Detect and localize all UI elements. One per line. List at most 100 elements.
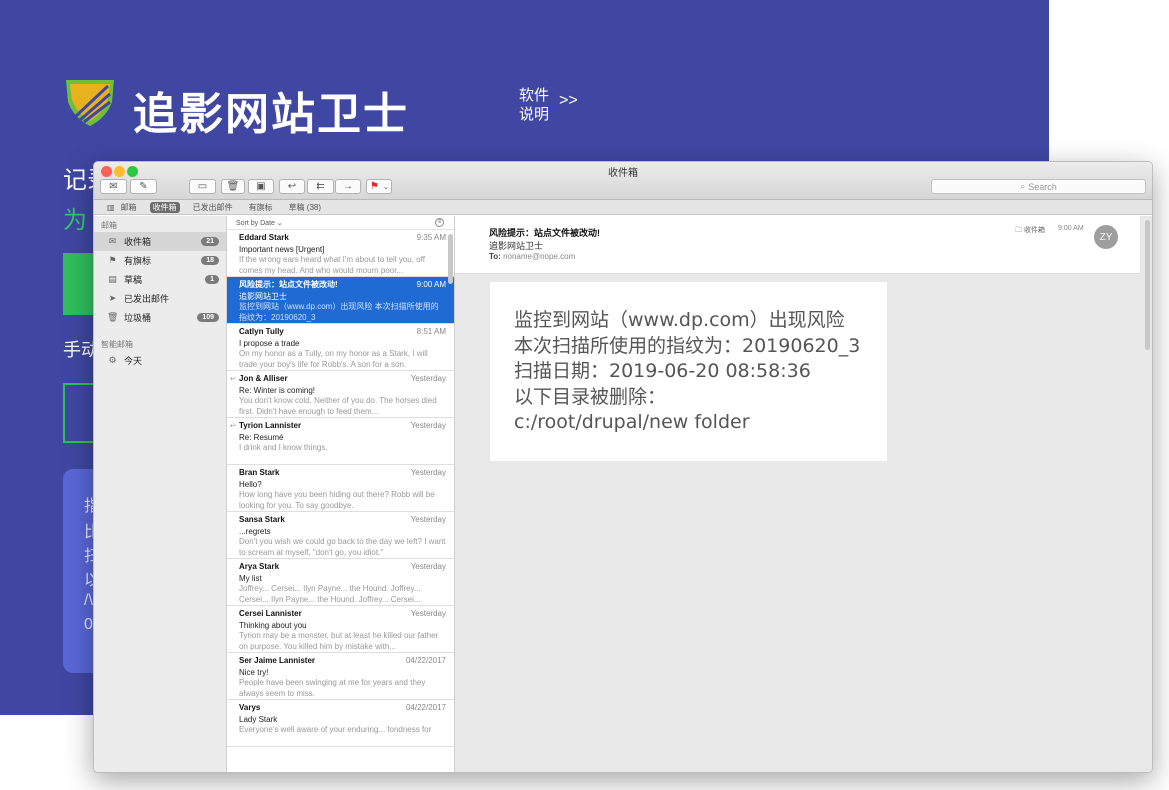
message-row[interactable]: Bran Stark Yesterday Hello? How long have y… bbox=[227, 465, 454, 512]
sidebar-item-2[interactable]: ▤ 草稿 1 bbox=[94, 270, 226, 289]
message-preview: Tyrion may be a monster, but at least he… bbox=[239, 631, 439, 651]
hero-title: 追影网站卫士 bbox=[133, 89, 409, 140]
favorites-bar: ▥ 邮箱 收件箱 已发出邮件 有旗标 草稿 (38) bbox=[94, 200, 1152, 215]
message-subject: Important news [Urgent] bbox=[239, 245, 325, 254]
fav-sent[interactable]: 已发出邮件 bbox=[190, 202, 236, 213]
flag-button[interactable]: ⚑ ⌄ bbox=[366, 179, 392, 194]
search-input[interactable]: ⌕ Search bbox=[931, 179, 1146, 194]
archive-button[interactable]: ▭ bbox=[189, 179, 216, 194]
message-subject: Re: Resumé bbox=[239, 433, 284, 442]
compose-icon: ✎ bbox=[139, 181, 148, 192]
message-folder[interactable]: 🗀 收件箱 bbox=[1015, 225, 1045, 237]
search-icon: ⌕ bbox=[1020, 181, 1026, 191]
sent-icon: ➤ bbox=[108, 293, 117, 303]
inbox-icon: ✉ bbox=[108, 236, 117, 246]
message-row[interactable]: ↩ Jon & Alliser Yesterday Re: Winter is com… bbox=[227, 371, 454, 418]
message-subject: Lady Stark bbox=[239, 715, 278, 724]
trash-icon: 🗑 bbox=[107, 312, 119, 322]
message-row[interactable]: Catlyn Tully 8:51 AM I propose a trade On m… bbox=[227, 324, 454, 371]
reply-all-button[interactable]: ⇇ bbox=[307, 179, 334, 194]
message-sender: Eddard Stark bbox=[239, 233, 289, 242]
message-time: Yesterday bbox=[410, 515, 446, 524]
reply-button[interactable]: ↩ bbox=[279, 179, 305, 194]
mail-window: 收件箱 ✉ ✎ ▭ 🗑 ▣ ↩ ⇇ → ⚑ ⌄ ⌕ Search ▥ 邮箱 收件箱 … bbox=[93, 161, 1153, 773]
message-row[interactable]: Sansa Stark Yesterday ...regrets Don't you … bbox=[227, 512, 454, 559]
sidebar-item-label: 今天 bbox=[124, 356, 143, 366]
sidebar-item-today[interactable]: ⚙ 今天 bbox=[94, 351, 226, 370]
shield-logo-icon bbox=[66, 80, 114, 126]
message-header: 风险提示：站点文件被改动! 追影网站卫士 To: noname@nope.com… bbox=[455, 216, 1140, 274]
message-sender: 风险提示：站点文件被改动! bbox=[239, 280, 338, 289]
body-line: 以下目录被删除： bbox=[514, 385, 667, 408]
message-row[interactable]: Ser Jaime Lannister 04/22/2017 Nice try! Pe… bbox=[227, 653, 454, 700]
filter-icon[interactable]: ≡ bbox=[435, 218, 444, 227]
message-time: Yesterday bbox=[410, 609, 446, 618]
message-subject: Re: Winter is coming! bbox=[239, 386, 316, 395]
trash-icon: 🗑 bbox=[226, 181, 240, 192]
viewer-scrollbar[interactable] bbox=[1145, 220, 1150, 350]
junk-button[interactable]: ▣ bbox=[248, 179, 274, 194]
sort-by-date-button[interactable]: Sort by Date ⌄ ≡ bbox=[227, 216, 454, 230]
message-row[interactable]: Varys 04/22/2017 Lady Stark Everyone's well… bbox=[227, 700, 454, 747]
message-preview: I drink and I know things. bbox=[239, 443, 328, 452]
message-body: 监控到网站（www.dp.com）出现风险 本次扫描所使用的指纹为：201906… bbox=[490, 282, 887, 461]
message-preview: People have been swinging at me for year… bbox=[239, 678, 426, 698]
reply-icon: ↩ bbox=[287, 181, 297, 192]
message-preview: 监控到网站（www.dp.com）出现风险 本次扫描所使用的指纹为：201906… bbox=[239, 302, 439, 322]
fav-inbox[interactable]: 收件箱 bbox=[149, 201, 180, 213]
count-badge: 18 bbox=[201, 256, 219, 265]
body-line: 扫描日期：2019-06-20 08:58:36 bbox=[514, 360, 811, 382]
flag-icon: ⚑ bbox=[108, 255, 117, 265]
message-subject: Thinking about you bbox=[239, 621, 307, 630]
body-line: c:/root/drupal/new folder bbox=[514, 411, 750, 433]
count-badge: 1 bbox=[205, 275, 219, 284]
message-preview: Joffrey... Cersei... Ilyn Payne... the H… bbox=[239, 584, 421, 604]
avatar: ZY bbox=[1094, 225, 1118, 249]
gear-icon: ⚙ bbox=[108, 355, 117, 365]
panel-line: 0 bbox=[84, 616, 93, 633]
message-time: 9:35 AM bbox=[416, 233, 446, 242]
sidebar-item-3[interactable]: ➤ 已发出邮件 bbox=[94, 289, 226, 308]
sidebar-item-4[interactable]: 🗑 垃圾桶 109 bbox=[94, 308, 226, 327]
archive-icon: ▭ bbox=[197, 181, 208, 192]
message-list: Sort by Date ⌄ ≡ Eddard Stark 9:35 AM Impor… bbox=[227, 216, 455, 772]
message-time: 9:00 AM bbox=[416, 280, 446, 289]
software-doc-arrow[interactable]: >> bbox=[559, 92, 578, 110]
replied-icon: ↩ bbox=[230, 423, 236, 430]
sidebar-item-1[interactable]: ⚑ 有旗标 18 bbox=[94, 251, 226, 270]
message-preview: If the wrong ears heard what I'm about t… bbox=[239, 255, 425, 275]
reply-all-icon: ⇇ bbox=[316, 181, 325, 192]
sidebar-item-label: 已发出邮件 bbox=[124, 294, 170, 304]
message-time: Yesterday bbox=[410, 374, 446, 383]
to-address: noname@nope.com bbox=[503, 252, 576, 261]
message-row[interactable]: ↩ Tyrion Lannister Yesterday Re: Resumé I dr… bbox=[227, 418, 454, 465]
message-row[interactable]: Arya Stark Yesterday My list Joffrey... Cer… bbox=[227, 559, 454, 606]
sidebar-item-label: 垃圾桶 bbox=[124, 313, 152, 323]
message-sender: 追影网站卫士 bbox=[489, 241, 544, 251]
fav-drafts[interactable]: 草稿 (38) bbox=[286, 202, 324, 213]
message-row[interactable]: Eddard Stark 9:35 AM Important news [Urgen… bbox=[227, 230, 454, 277]
list-scrollbar[interactable] bbox=[448, 234, 453, 284]
delete-button[interactable]: 🗑 bbox=[221, 179, 245, 194]
replied-icon: ↩ bbox=[230, 376, 236, 383]
get-mail-button[interactable]: ✉ bbox=[100, 179, 127, 194]
forward-button[interactable]: → bbox=[335, 179, 361, 194]
message-preview: Don't you wish we could go back to the d… bbox=[239, 537, 446, 557]
message-row[interactable]: 风险提示：站点文件被改动! 9:00 AM 追影网站卫士 监控到网站（www.dp.c… bbox=[227, 277, 454, 324]
sidebar-item-0[interactable]: ✉ 收件箱 21 bbox=[94, 232, 226, 251]
mailbox-sidebar: 邮箱 ✉ 收件箱 21 ⚑ 有旗标 18 ▤ 草稿 1 ➤ 已发出邮件 🗑 垃圾桶 109 智能邮箱 ⚙ … bbox=[94, 216, 227, 772]
fav-mailboxes[interactable]: 邮箱 bbox=[118, 202, 140, 213]
compose-button[interactable]: ✎ bbox=[130, 179, 157, 194]
message-row[interactable]: Cersei Lannister Yesterday Thinking about … bbox=[227, 606, 454, 653]
message-subject: 追影网站卫士 bbox=[239, 292, 287, 301]
software-doc-link[interactable]: 软件说明 bbox=[519, 86, 559, 124]
fav-flagged[interactable]: 有旗标 bbox=[246, 202, 276, 213]
title-bar: 收件箱 ✉ ✎ ▭ 🗑 ▣ ↩ ⇇ → ⚑ ⌄ ⌕ Search bbox=[94, 162, 1152, 200]
folder-label: 收件箱 bbox=[1023, 227, 1045, 234]
sidebar-toggle-icon[interactable]: ▥ bbox=[104, 203, 118, 212]
message-subject: I propose a trade bbox=[239, 339, 300, 348]
sidebar-item-label: 草稿 bbox=[124, 275, 143, 285]
message-time: Yesterday bbox=[410, 421, 446, 430]
message-subject: Nice try! bbox=[239, 668, 269, 677]
panel-line: /\ bbox=[84, 592, 93, 609]
